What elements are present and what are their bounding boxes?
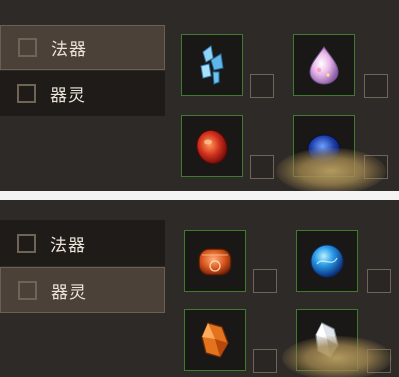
tab-faqi[interactable]: 法器 <box>0 25 165 70</box>
inventory-panel-top: 法器 器灵 <box>0 0 399 191</box>
item-slot[interactable] <box>181 115 243 177</box>
inventory-panel-bottom: 法器 器灵 <box>0 200 399 377</box>
tab-label: 法器 <box>50 235 86 256</box>
blue-crystal-shards-icon <box>200 45 224 85</box>
tab-faqi[interactable]: 法器 <box>0 220 165 266</box>
orange-crystal-icon <box>201 322 229 358</box>
tab-checkbox[interactable] <box>17 233 36 253</box>
item-select-checkbox[interactable] <box>250 74 274 98</box>
item-slot[interactable] <box>181 34 243 96</box>
item-slot[interactable] <box>184 309 246 371</box>
category-sidebar: 法器 器灵 <box>0 220 165 313</box>
item-select-checkbox[interactable] <box>250 155 274 179</box>
red-gem-icon <box>196 129 228 165</box>
tab-label: 器灵 <box>51 282 87 303</box>
item-select-checkbox[interactable] <box>253 349 277 373</box>
tab-checkbox[interactable] <box>17 84 36 103</box>
item-select-checkbox[interactable] <box>364 74 388 98</box>
tab-label: 器灵 <box>50 86 86 106</box>
item-select-checkbox[interactable] <box>367 269 391 293</box>
pink-water-drop-gem-icon <box>309 46 339 85</box>
tab-checkbox[interactable] <box>18 38 37 57</box>
orange-rune-stone-icon <box>198 248 232 276</box>
tab-label: 法器 <box>51 40 87 60</box>
tab-checkbox[interactable] <box>18 280 37 300</box>
item-slot[interactable] <box>184 230 246 292</box>
blur-smudge <box>282 336 392 377</box>
category-sidebar: 法器 器灵 <box>0 25 165 116</box>
item-select-checkbox[interactable] <box>253 269 277 293</box>
item-slot[interactable] <box>293 34 355 96</box>
blue-orb-icon <box>310 244 344 278</box>
item-slot[interactable] <box>296 230 358 292</box>
tab-qiling[interactable]: 器灵 <box>0 267 165 313</box>
blur-smudge <box>276 148 386 191</box>
tab-qiling[interactable]: 器灵 <box>0 71 165 116</box>
